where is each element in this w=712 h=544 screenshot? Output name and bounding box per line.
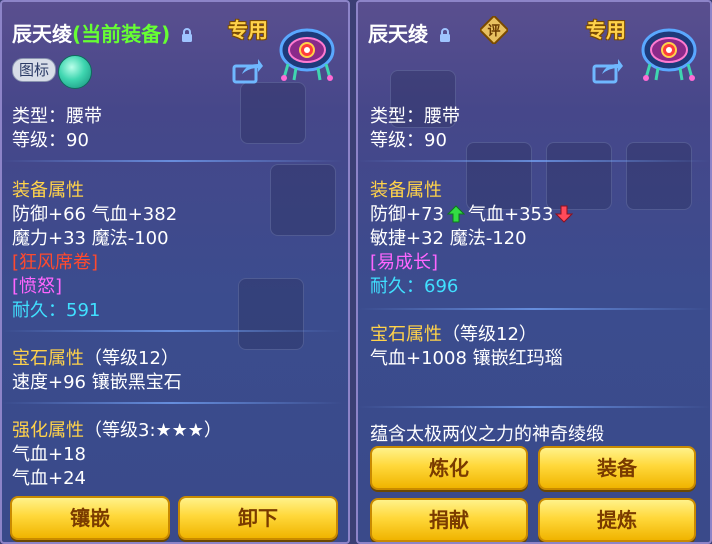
enhance-attr-header: 强化属性（等级3:★★★） — [12, 416, 222, 442]
durability: 耐久：696 — [370, 276, 459, 297]
item-type: 类型：腰带 — [370, 106, 460, 127]
exclusive-tag: 专用 — [228, 18, 268, 42]
enhance-attr-title: 强化属性 — [12, 420, 84, 441]
equip-button[interactable]: 装备 — [538, 446, 696, 490]
rate-badge-icon[interactable]: 评 — [480, 16, 508, 44]
item-belt-icon[interactable] — [636, 20, 702, 86]
background-slot — [270, 164, 336, 236]
divider — [2, 402, 342, 404]
refine-button[interactable]: 炼化 — [370, 446, 528, 490]
item-description: 蕴含太极两仪之力的神奇绫缎 — [370, 424, 604, 445]
gem-attr-line: 气血+1008 镶嵌红玛瑙 — [370, 348, 563, 369]
background-slot — [240, 82, 306, 144]
equip-attr-title: 装备属性 — [12, 180, 84, 201]
gem-attr-title: 宝石属性 — [370, 324, 442, 345]
gem-attr-title: 宝石属性 — [12, 348, 84, 369]
special-skill: [易成长] — [370, 252, 439, 273]
up-arrow-icon — [446, 205, 466, 223]
gem-attr-header: 宝石属性（等级12） — [12, 344, 179, 370]
icon-toggle-switch[interactable] — [58, 55, 92, 89]
enhance-attr-line: 气血+18 — [12, 444, 86, 465]
divider — [358, 160, 710, 162]
enhance-level: （等级3:★★★） — [84, 420, 222, 441]
equip-attr-line: 防御+73 气血+353 — [370, 200, 574, 226]
extract-button[interactable]: 提炼 — [538, 498, 696, 542]
inlay-button[interactable]: 镶嵌 — [10, 496, 170, 540]
equip-attr-line: 魔力+33 魔法-100 — [12, 228, 169, 249]
icon-toggle-label[interactable]: 图标 — [12, 58, 56, 82]
exclusive-tag: 专用 — [586, 18, 626, 42]
gem-level: （等级12） — [84, 348, 179, 369]
unequip-button[interactable]: 卸下 — [178, 496, 338, 540]
share-icon[interactable] — [592, 56, 624, 84]
equip-attr-title: 装备属性 — [370, 180, 442, 201]
lock-icon — [182, 28, 193, 42]
share-icon[interactable] — [232, 56, 264, 84]
lock-icon — [439, 28, 450, 42]
compare-item-panel: 辰天绫 评 专用 类型：腰带 等级：90 装备属性 防御+73 气血+353 敏捷… — [356, 0, 712, 544]
rate-badge-text: 评 — [487, 24, 500, 39]
item-belt-icon[interactable] — [274, 20, 340, 86]
special-effect: [愤怒] — [12, 276, 63, 297]
background-slot — [238, 278, 304, 350]
equip-attr-line: 防御+66 气血+382 — [12, 204, 178, 225]
item-title: 辰天绫 — [368, 18, 451, 47]
enhance-attr-line: 气血+24 — [12, 468, 86, 489]
background-slot — [626, 142, 692, 210]
equip-attr-line: 敏捷+32 魔法-120 — [370, 228, 527, 249]
equipped-item-panel: 辰天绫(当前装备) 专用 图标 类型：腰带 等级：90 装备属性 防御+66 气… — [0, 0, 350, 544]
divider — [358, 308, 710, 310]
item-level: 等级：90 — [12, 130, 89, 151]
gem-attr-line: 速度+96 镶嵌黑宝石 — [12, 372, 182, 393]
divider — [2, 160, 342, 162]
divider — [2, 330, 342, 332]
special-skill: [狂风席卷] — [12, 252, 99, 273]
donate-button[interactable]: 捐献 — [370, 498, 528, 542]
item-title: 辰天绫(当前装备) — [12, 18, 193, 47]
item-type: 类型：腰带 — [12, 106, 102, 127]
down-arrow-icon — [555, 205, 574, 223]
item-level: 等级：90 — [370, 130, 447, 151]
gem-level: （等级12） — [442, 324, 537, 345]
durability: 耐久：591 — [12, 300, 101, 321]
gem-attr-header: 宝石属性（等级12） — [370, 320, 537, 346]
divider — [358, 406, 710, 408]
